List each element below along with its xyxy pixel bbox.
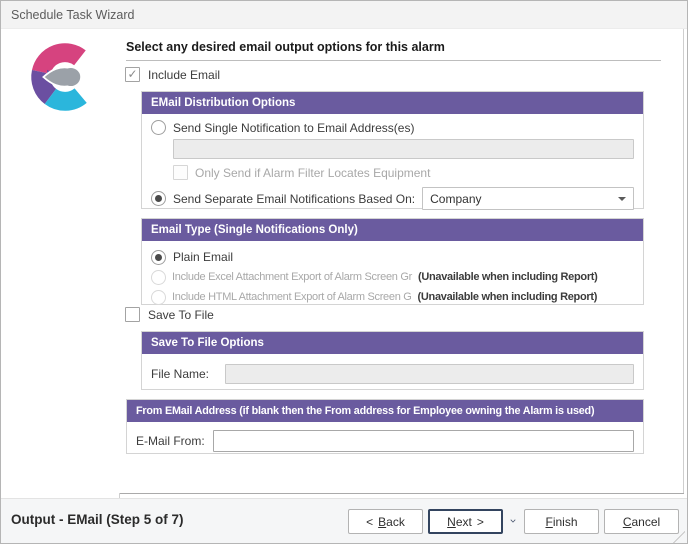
only-send-checkbox-box	[173, 165, 188, 180]
finish-button[interactable]: Finish	[524, 509, 599, 534]
html-attachment-radio: Include HTML Attachment Export of Alarm …	[151, 287, 634, 307]
send-separate-label: Send Separate Email Notifications Based …	[173, 192, 415, 206]
wizard-footer: Output - EMail (Step 5 of 7) <Back Next>…	[1, 498, 687, 544]
html-attachment-radio-circle	[151, 290, 166, 305]
excel-attachment-radio: Include Excel Attachment Export of Alarm…	[151, 267, 634, 287]
send-single-radio[interactable]: Send Single Notification to Email Addres…	[151, 120, 634, 135]
distribution-options-header: EMail Distribution Options	[142, 92, 643, 114]
html-attachment-label: Include HTML Attachment Export of Alarm …	[172, 291, 412, 303]
email-type-header: Email Type (Single Notifications Only)	[142, 219, 643, 241]
save-to-file-box[interactable]	[125, 307, 140, 322]
only-send-checkbox: Only Send if Alarm Filter Locates Equipm…	[173, 165, 634, 180]
excel-unavailable-note: (Unavailable when including Report)	[418, 271, 598, 283]
heading-divider	[126, 60, 661, 61]
only-send-label: Only Send if Alarm Filter Locates Equipm…	[195, 166, 430, 180]
file-name-input	[225, 364, 634, 384]
schedule-task-wizard-window: Schedule Task Wizard Select any desired …	[0, 0, 688, 544]
include-email-box[interactable]: ✓	[125, 67, 140, 82]
chevron-down-icon	[510, 515, 516, 527]
based-on-dropdown[interactable]: Company	[422, 187, 634, 210]
page-right-border	[683, 29, 684, 494]
email-addresses-input	[173, 139, 634, 159]
from-email-panel: From EMail Address (if blank then the Fr…	[126, 399, 644, 454]
send-single-label: Send Single Notification to Email Addres…	[173, 121, 414, 135]
html-unavailable-note: (Unavailable when including Report)	[418, 291, 598, 303]
distribution-options-panel: EMail Distribution Options Send Single N…	[141, 91, 644, 209]
send-separate-radio[interactable]: Send Separate Email Notifications Based …	[151, 191, 415, 206]
cancel-button[interactable]: Cancel	[604, 509, 679, 534]
title-bar[interactable]: Schedule Task Wizard	[1, 1, 687, 29]
email-type-panel: Email Type (Single Notifications Only) P…	[141, 218, 644, 305]
file-name-label: File Name:	[151, 367, 215, 381]
save-to-file-panel: Save To File Options File Name:	[141, 331, 644, 390]
page-instruction: Select any desired email output options …	[126, 40, 661, 54]
include-email-label: Include Email	[148, 68, 220, 82]
email-from-input[interactable]	[213, 430, 634, 452]
page-bottom-border	[119, 493, 684, 494]
next-button[interactable]: Next>	[428, 509, 503, 534]
next-dropdown-button[interactable]	[504, 511, 522, 531]
excel-attachment-radio-circle	[151, 270, 166, 285]
dropdown-arrow-icon	[618, 197, 626, 201]
save-to-file-label: Save To File	[148, 308, 214, 322]
email-from-label: E-Mail From:	[136, 434, 206, 448]
excel-attachment-label: Include Excel Attachment Export of Alarm…	[172, 271, 412, 283]
send-separate-radio-circle[interactable]	[151, 191, 166, 206]
plain-email-label: Plain Email	[173, 250, 233, 264]
back-button[interactable]: <Back	[348, 509, 423, 534]
step-status: Output - EMail (Step 5 of 7)	[11, 512, 184, 527]
resize-grip[interactable]	[673, 531, 685, 543]
from-email-header: From EMail Address (if blank then the Fr…	[127, 400, 643, 422]
save-to-file-checkbox[interactable]: Save To File	[125, 307, 214, 322]
plain-email-radio-circle[interactable]	[151, 250, 166, 265]
plain-email-radio[interactable]: Plain Email	[151, 247, 634, 267]
save-to-file-header: Save To File Options	[142, 332, 643, 354]
window-title: Schedule Task Wizard	[11, 8, 134, 22]
based-on-value: Company	[430, 192, 481, 206]
send-single-radio-circle[interactable]	[151, 120, 166, 135]
app-logo-icon	[29, 41, 101, 113]
check-icon: ✓	[127, 68, 137, 80]
include-email-checkbox[interactable]: ✓ Include Email	[125, 67, 220, 82]
